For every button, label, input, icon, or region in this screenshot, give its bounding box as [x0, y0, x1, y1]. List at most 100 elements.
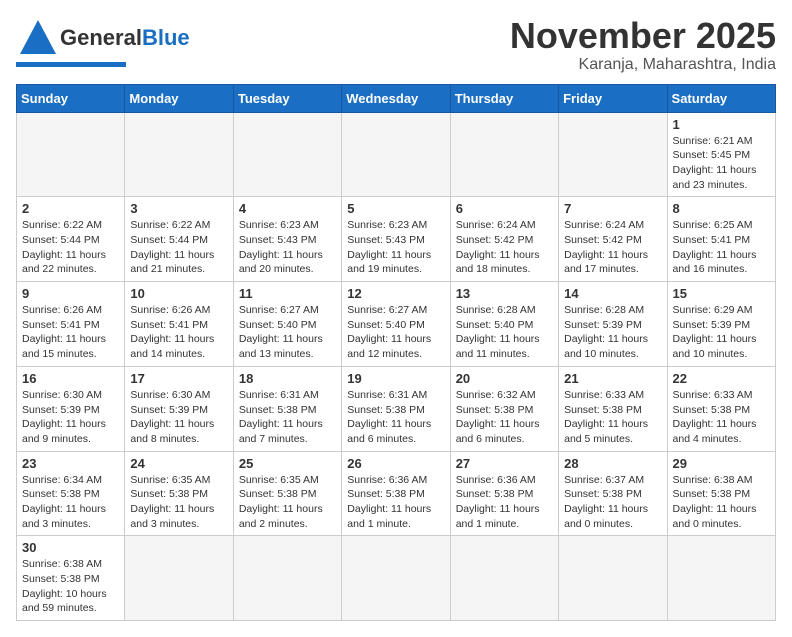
calendar-cell — [450, 536, 558, 621]
day-number: 6 — [456, 201, 553, 216]
day-number: 26 — [347, 456, 444, 471]
day-number: 12 — [347, 286, 444, 301]
calendar-cell: 28 Sunrise: 6:37 AM Sunset: 5:38 PM Dayli… — [559, 451, 667, 536]
calendar-cell: 17Sunrise: 6:30 AM Sunset: 5:39 PM Dayli… — [125, 366, 233, 451]
day-info: Sunrise: 6:22 AM Sunset: 5:44 PM Dayligh… — [130, 218, 227, 277]
day-number: 2 — [22, 201, 119, 216]
day-info: Sunrise: 6:37 AM Sunset: 5:38 PM Dayligh… — [564, 473, 661, 532]
day-info: Sunrise: 6:31 AM Sunset: 5:38 PM Dayligh… — [239, 388, 336, 447]
title-area: November 2025 Karanja, Maharashtra, Indi… — [510, 16, 776, 74]
day-info: Sunrise: 6:36 AM Sunset: 5:38 PM Dayligh… — [456, 473, 553, 532]
calendar-cell — [233, 536, 341, 621]
weekday-header-cell: Tuesday — [233, 84, 341, 112]
calendar-cell: 3Sunrise: 6:22 AM Sunset: 5:44 PM Daylig… — [125, 197, 233, 282]
calendar-cell: 4Sunrise: 6:23 AM Sunset: 5:43 PM Daylig… — [233, 197, 341, 282]
day-info: Sunrise: 6:25 AM Sunset: 5:41 PM Dayligh… — [673, 218, 770, 277]
day-number: 5 — [347, 201, 444, 216]
calendar-cell — [559, 112, 667, 197]
day-number: 8 — [673, 201, 770, 216]
day-number: 29 — [673, 456, 770, 471]
calendar-body: 1 Sunrise: 6:21 AM Sunset: 5:45 PM Daylig… — [17, 112, 776, 621]
day-info: Sunrise: 6:33 AM Sunset: 5:38 PM Dayligh… — [564, 388, 661, 447]
weekday-header-cell: Wednesday — [342, 84, 450, 112]
day-info: Sunrise: 6:21 AM Sunset: 5:45 PM Dayligh… — [673, 134, 770, 193]
calendar-row: 2 Sunrise: 6:22 AM Sunset: 5:44 PM Daylig… — [17, 197, 776, 282]
logo-icon — [16, 16, 60, 60]
day-info: Sunrise: 6:24 AM Sunset: 5:42 PM Dayligh… — [456, 218, 553, 277]
calendar-cell: 14Sunrise: 6:28 AM Sunset: 5:39 PM Dayli… — [559, 282, 667, 367]
calendar-cell: 7 Sunrise: 6:24 AM Sunset: 5:42 PM Daylig… — [559, 197, 667, 282]
day-number: 11 — [239, 286, 336, 301]
logo: GeneralBlue — [16, 16, 190, 67]
day-number: 17 — [130, 371, 227, 386]
calendar-cell: 22 Sunrise: 6:33 AM Sunset: 5:38 PM Dayli… — [667, 366, 775, 451]
day-info: Sunrise: 6:24 AM Sunset: 5:42 PM Dayligh… — [564, 218, 661, 277]
calendar-cell — [667, 536, 775, 621]
day-number: 15 — [673, 286, 770, 301]
calendar-cell: 23 Sunrise: 6:34 AM Sunset: 5:38 PM Dayli… — [17, 451, 125, 536]
logo-general-text: GeneralBlue — [60, 25, 190, 51]
day-number: 7 — [564, 201, 661, 216]
day-number: 27 — [456, 456, 553, 471]
weekday-header-cell: Monday — [125, 84, 233, 112]
day-info: Sunrise: 6:28 AM Sunset: 5:39 PM Dayligh… — [564, 303, 661, 362]
calendar-cell: 8 Sunrise: 6:25 AM Sunset: 5:41 PM Daylig… — [667, 197, 775, 282]
calendar-cell — [17, 112, 125, 197]
weekday-header-cell: Saturday — [667, 84, 775, 112]
calendar-row: 23 Sunrise: 6:34 AM Sunset: 5:38 PM Dayli… — [17, 451, 776, 536]
day-number: 18 — [239, 371, 336, 386]
month-title: November 2025 — [510, 16, 776, 56]
calendar-cell: 18 Sunrise: 6:31 AM Sunset: 5:38 PM Dayli… — [233, 366, 341, 451]
calendar-cell: 27 Sunrise: 6:36 AM Sunset: 5:38 PM Dayli… — [450, 451, 558, 536]
calendar-row: 16 Sunrise: 6:30 AM Sunset: 5:39 PM Dayli… — [17, 366, 776, 451]
day-info: Sunrise: 6:26 AM Sunset: 5:41 PM Dayligh… — [22, 303, 119, 362]
calendar-cell — [342, 112, 450, 197]
weekday-header-row: SundayMondayTuesdayWednesdayThursdayFrid… — [17, 84, 776, 112]
weekday-header-cell: Friday — [559, 84, 667, 112]
calendar-cell: 11Sunrise: 6:27 AM Sunset: 5:40 PM Dayli… — [233, 282, 341, 367]
day-number: 30 — [22, 540, 119, 555]
day-number: 1 — [673, 117, 770, 132]
day-number: 13 — [456, 286, 553, 301]
day-number: 23 — [22, 456, 119, 471]
day-number: 10 — [130, 286, 227, 301]
calendar-cell — [125, 112, 233, 197]
calendar-cell: 6 Sunrise: 6:24 AM Sunset: 5:42 PM Daylig… — [450, 197, 558, 282]
calendar-row: 30 Sunrise: 6:38 AM Sunset: 5:38 PM Dayli… — [17, 536, 776, 621]
calendar-cell — [125, 536, 233, 621]
calendar-cell: 10 Sunrise: 6:26 AM Sunset: 5:41 PM Dayli… — [125, 282, 233, 367]
day-info: Sunrise: 6:34 AM Sunset: 5:38 PM Dayligh… — [22, 473, 119, 532]
day-info: Sunrise: 6:26 AM Sunset: 5:41 PM Dayligh… — [130, 303, 227, 362]
calendar-row: 1 Sunrise: 6:21 AM Sunset: 5:45 PM Daylig… — [17, 112, 776, 197]
calendar-cell: 19Sunrise: 6:31 AM Sunset: 5:38 PM Dayli… — [342, 366, 450, 451]
day-info: Sunrise: 6:31 AM Sunset: 5:38 PM Dayligh… — [347, 388, 444, 447]
page-header: GeneralBlue November 2025 Karanja, Mahar… — [16, 16, 776, 74]
day-info: Sunrise: 6:38 AM Sunset: 5:38 PM Dayligh… — [22, 557, 119, 616]
day-number: 24 — [130, 456, 227, 471]
weekday-header-cell: Thursday — [450, 84, 558, 112]
day-info: Sunrise: 6:35 AM Sunset: 5:38 PM Dayligh… — [130, 473, 227, 532]
day-number: 9 — [22, 286, 119, 301]
calendar-cell: 26Sunrise: 6:36 AM Sunset: 5:38 PM Dayli… — [342, 451, 450, 536]
calendar-cell: 12Sunrise: 6:27 AM Sunset: 5:40 PM Dayli… — [342, 282, 450, 367]
day-info: Sunrise: 6:33 AM Sunset: 5:38 PM Dayligh… — [673, 388, 770, 447]
day-number: 21 — [564, 371, 661, 386]
day-info: Sunrise: 6:32 AM Sunset: 5:38 PM Dayligh… — [456, 388, 553, 447]
calendar-cell: 15 Sunrise: 6:29 AM Sunset: 5:39 PM Dayli… — [667, 282, 775, 367]
day-info: Sunrise: 6:29 AM Sunset: 5:39 PM Dayligh… — [673, 303, 770, 362]
day-number: 22 — [673, 371, 770, 386]
location-title: Karanja, Maharashtra, India — [510, 56, 776, 74]
weekday-header-cell: Sunday — [17, 84, 125, 112]
calendar-cell: 30 Sunrise: 6:38 AM Sunset: 5:38 PM Dayli… — [17, 536, 125, 621]
logo-bar — [16, 62, 126, 67]
calendar-cell: 9 Sunrise: 6:26 AM Sunset: 5:41 PM Daylig… — [17, 282, 125, 367]
calendar-cell: 2Sunrise: 6:22 AM Sunset: 5:44 PM Daylig… — [17, 197, 125, 282]
day-number: 16 — [22, 371, 119, 386]
day-number: 28 — [564, 456, 661, 471]
calendar-cell: 24 Sunrise: 6:35 AM Sunset: 5:38 PM Dayli… — [125, 451, 233, 536]
day-info: Sunrise: 6:35 AM Sunset: 5:38 PM Dayligh… — [239, 473, 336, 532]
calendar-table: SundayMondayTuesdayWednesdayThursdayFrid… — [16, 84, 776, 622]
day-info: Sunrise: 6:23 AM Sunset: 5:43 PM Dayligh… — [347, 218, 444, 277]
calendar-cell: 20Sunrise: 6:32 AM Sunset: 5:38 PM Dayli… — [450, 366, 558, 451]
day-info: Sunrise: 6:30 AM Sunset: 5:39 PM Dayligh… — [22, 388, 119, 447]
